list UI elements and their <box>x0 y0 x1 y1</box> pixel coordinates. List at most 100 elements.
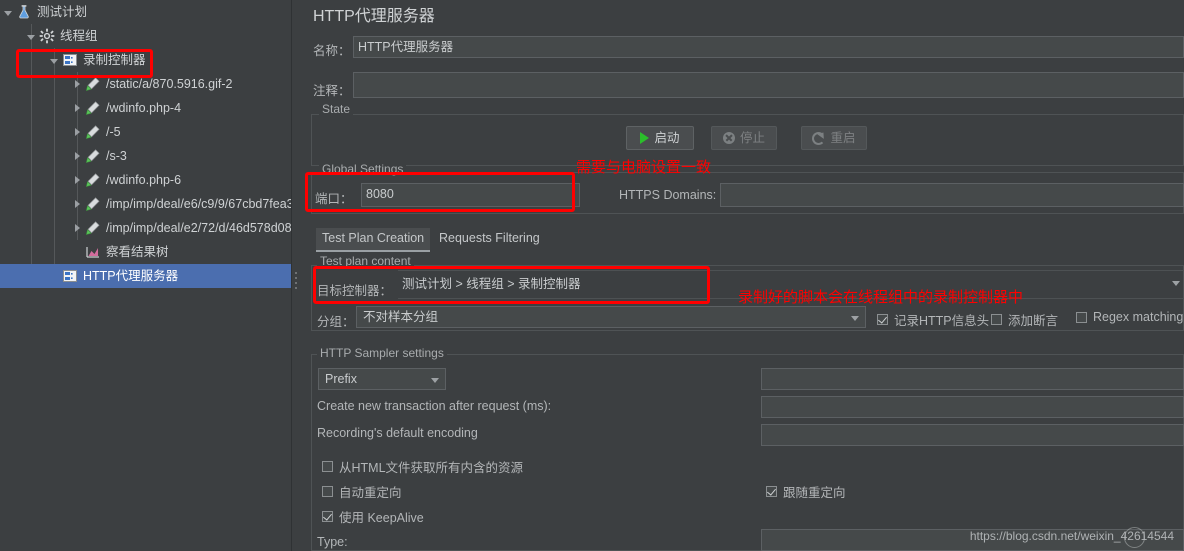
tree-item-label: /s-3 <box>106 149 127 163</box>
target-controller-label: 目标控制器： <box>317 284 393 298</box>
recording-controller-icon <box>62 52 78 68</box>
chevron-down-icon[interactable] <box>1172 281 1180 286</box>
test-plan-content-group-title: Test plan content <box>317 254 414 268</box>
stop-icon <box>722 132 735 144</box>
tree-expand-right-icon[interactable] <box>72 175 83 186</box>
tree-item-label: /static/a/870.5916.gif-2 <box>106 77 233 91</box>
tab-requests-filtering[interactable]: Requests Filtering <box>433 228 546 250</box>
tree-item-4[interactable]: /wdinfo.php-4 <box>0 96 291 120</box>
watermark-url: https://blog.csdn.net/weixin_42614544 <box>969 529 1174 543</box>
tree-item-label: 录制控制器 <box>83 53 146 67</box>
http-sampler-icon <box>85 220 101 236</box>
recording-controller-icon <box>62 268 78 284</box>
checkbox-follow-redirects[interactable]: 跟随重定向 <box>766 482 846 501</box>
checkbox-label: 添加断言 <box>1008 314 1059 328</box>
prefix-combo[interactable]: Prefix <box>318 368 446 390</box>
checkbox-box <box>322 511 333 522</box>
name-label: 名称： <box>313 44 351 58</box>
play-icon <box>640 132 650 144</box>
checkbox-box <box>322 461 333 472</box>
tree-expand-down-icon[interactable] <box>49 55 60 66</box>
checkbox-add-assertions[interactable]: 添加断言 <box>991 310 1058 329</box>
http-sampler-icon <box>85 196 101 212</box>
http-sampler-icon <box>85 148 101 164</box>
checkbox-regex-matching[interactable]: Regex matching <box>1076 310 1183 324</box>
type-label: Type: <box>317 535 348 549</box>
tree-item-11[interactable]: HTTP代理服务器 <box>0 264 291 288</box>
prefix-input[interactable] <box>761 368 1184 390</box>
encoding-input[interactable] <box>761 424 1184 446</box>
name-input[interactable]: HTTP代理服务器 <box>353 36 1184 58</box>
tree-expand-right-icon[interactable] <box>72 79 83 90</box>
restart-icon <box>812 132 826 145</box>
annotation-text-port: 需要与电脑设置一致 <box>576 158 712 176</box>
tree-expand-right-icon[interactable] <box>72 103 83 114</box>
state-group-title: State <box>319 102 354 116</box>
comment-input[interactable] <box>353 72 1184 98</box>
tree-item-5[interactable]: /-5 <box>0 120 291 144</box>
stop-button-label: 停止 <box>739 131 765 145</box>
http-sampler-icon <box>85 100 101 116</box>
thread-group-gear-icon <box>39 28 55 44</box>
checkbox-label: 从HTML文件获取所有内含的资源 <box>339 461 524 475</box>
test-plan-icon <box>16 4 32 20</box>
port-input[interactable]: 8080 <box>361 183 580 207</box>
http-sampler-icon <box>85 76 101 92</box>
start-button[interactable]: 启动 <box>626 126 694 150</box>
tree-item-3[interactable]: /static/a/870.5916.gif-2 <box>0 72 291 96</box>
tree-expand-right-icon[interactable] <box>72 151 83 162</box>
http-sampler-settings-group-title: HTTP Sampler settings <box>317 346 447 360</box>
http-sampler-icon <box>85 124 101 140</box>
tree-item-label: /wdinfo.php-6 <box>106 173 182 187</box>
test-plan-tree[interactable]: 测试计划 线程组录制控制器/static/a/870.5916.gif-2/wdi… <box>0 0 291 551</box>
prefix-combo-value: Prefix <box>325 372 357 386</box>
https-domains-label: HTTPS Domains: <box>619 188 717 202</box>
start-button-label: 启动 <box>654 131 680 145</box>
tree-item-7[interactable]: /wdinfo.php-6 <box>0 168 291 192</box>
target-controller-top-rule <box>398 270 1184 271</box>
encoding-label: Recording's default encoding <box>317 426 478 440</box>
grouping-label: 分组： <box>317 315 355 329</box>
grouping-combo-value: 不对样本分组 <box>363 310 439 324</box>
tree-item-2[interactable]: 录制控制器 <box>0 48 291 72</box>
tree-expand-down-icon[interactable] <box>26 31 37 42</box>
tree-item-8[interactable]: /imp/imp/deal/e6/c9/9/67cbd7fea3b392 <box>0 192 291 216</box>
checkbox-label: 跟随重定向 <box>783 486 846 500</box>
checkbox-box <box>1076 311 1087 323</box>
tree-item-6[interactable]: /s-3 <box>0 144 291 168</box>
transaction-label: Create new transaction after request (ms… <box>317 399 552 413</box>
checkbox-box <box>991 314 1002 325</box>
checkbox-capture-http-headers[interactable]: 记录HTTP信息头 <box>877 310 989 329</box>
tab-test-plan-creation[interactable]: Test Plan Creation <box>316 228 431 252</box>
tree-expand-right-icon[interactable] <box>72 199 83 210</box>
tree-item-label: /wdinfo.php-4 <box>106 101 182 115</box>
tree-item-label: HTTP代理服务器 <box>83 269 179 283</box>
grouping-combo[interactable]: 不对样本分组 <box>356 306 866 328</box>
tree-item-0[interactable]: 测试计划 <box>0 0 291 24</box>
checkbox-label: 自动重定向 <box>339 486 402 500</box>
splitter-grip <box>295 272 298 291</box>
tree-expand-right-icon[interactable] <box>72 127 83 138</box>
tree-expand-down-icon[interactable] <box>3 7 14 18</box>
tree-item-label: /imp/imp/deal/e2/72/d/46d578d08765fe <box>106 221 291 235</box>
page-title: HTTP代理服务器 <box>313 8 435 25</box>
chevron-down-icon <box>851 316 859 321</box>
tree-item-10[interactable]: 察看结果树 <box>0 240 291 264</box>
checkbox-box <box>877 314 888 325</box>
http-sampler-icon <box>85 172 101 188</box>
tree-item-9[interactable]: /imp/imp/deal/e2/72/d/46d578d08765fe <box>0 216 291 240</box>
checkbox-retrieve-embedded-resources[interactable]: 从HTML文件获取所有内含的资源 <box>322 457 523 476</box>
restart-button-label: 重启 <box>830 131 856 145</box>
tree-item-1[interactable]: 线程组 <box>0 24 291 48</box>
global-settings-group-title: Global Settings <box>319 162 407 176</box>
checkbox-use-keepalive[interactable]: 使用 KeepAlive <box>322 507 424 526</box>
stop-button[interactable]: 停止 <box>711 126 777 150</box>
https-domains-input[interactable] <box>720 183 1184 207</box>
checkbox-auto-redirect[interactable]: 自动重定向 <box>322 482 402 501</box>
tree-expand-right-icon[interactable] <box>72 223 83 234</box>
restart-button[interactable]: 重启 <box>801 126 867 150</box>
comment-label: 注释： <box>313 84 351 98</box>
tree-item-label: 察看结果树 <box>106 245 169 259</box>
transaction-input[interactable] <box>761 396 1184 418</box>
